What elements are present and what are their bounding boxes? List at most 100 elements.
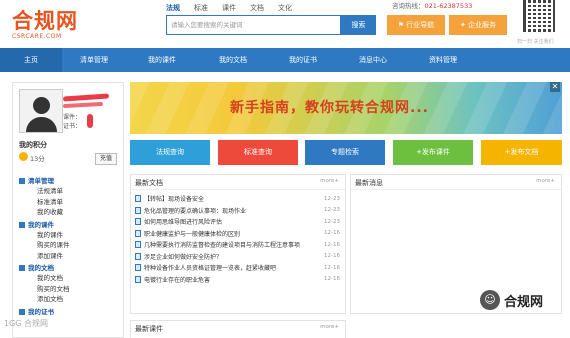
menu-item-add-doc[interactable]: 添加文档	[19, 294, 119, 305]
list-item[interactable]: 涉足企业如何做好安全防护？ 12-16	[135, 251, 340, 263]
nav-my-docs[interactable]: 我的文档	[198, 48, 268, 72]
watermark-text: 合规网	[504, 294, 544, 310]
search-tab-courses[interactable]: 课件	[222, 3, 236, 13]
watermark-left: 1GG 合规网	[4, 319, 49, 328]
latest-docs-list: 【转帖】现场设备安全 12-23 危化品管理的要点确认事项：现场作业 12-23 如…	[135, 193, 340, 285]
menu-item-my-docs[interactable]: 我的文档	[19, 273, 119, 284]
user-meta: 课件： 证书：	[63, 113, 81, 131]
new-courses-title: 最新课件	[135, 325, 163, 333]
menu-item-law-list[interactable]: 法规清单	[19, 186, 119, 197]
menu-title-certs[interactable]: 我的证书	[19, 307, 119, 317]
list-item[interactable]: 几种需要执行消防监督检查的建设项目与消防工程注意事项 12-16	[135, 239, 340, 251]
menu-group-courses: 我的课件 我的课件 购买的课件 添加课件	[19, 220, 119, 262]
search-tabs: 法规 标准 课件 文档 文化	[166, 3, 292, 13]
doc-title[interactable]: 电镀行业存在的职业危害	[144, 275, 322, 284]
industry-nav-label: 行业导航	[406, 21, 435, 29]
search-tab-laws[interactable]: 法规	[166, 3, 180, 13]
qr-caption: 扫一扫 关注我们	[517, 39, 554, 45]
latest-docs-panel: 最新文档 more+ 【转帖】现场设备安全 12-23 危化品管理的要点确认事项：…	[130, 174, 346, 314]
close-icon[interactable]: ✕	[550, 82, 560, 92]
document-icon	[135, 241, 141, 249]
document-icon	[135, 195, 141, 203]
document-icon	[135, 229, 141, 237]
document-icon	[135, 264, 141, 272]
menu-item-favorites[interactable]: 我的收藏	[19, 207, 119, 218]
cert-count-label: 证书：	[63, 123, 82, 130]
latest-messages-more-link[interactable]: more+	[536, 178, 555, 184]
points-value: 13分	[30, 155, 45, 163]
menu-item-my-courses[interactable]: 我的课件	[19, 230, 119, 241]
list-item[interactable]: 职业健康监护与一般健康体检的区别 12-16	[135, 228, 340, 240]
watermark: ☺ 合规网	[480, 290, 543, 310]
avatar[interactable]	[19, 89, 63, 133]
search-button[interactable]: 搜索	[341, 15, 376, 35]
publish-doc-button[interactable]: +发布文档	[481, 140, 562, 165]
recharge-button[interactable]: 充值	[95, 153, 117, 165]
wechat-icon: ☺	[480, 290, 500, 310]
doc-date: 12-16	[324, 264, 340, 271]
quick-law-search-button[interactable]: 法规查询	[130, 140, 210, 165]
doc-title[interactable]: 如何用思维导图进行风险评估	[144, 217, 322, 226]
menu-item-add-course[interactable]: 添加课件	[19, 251, 119, 262]
qr-code-icon	[523, 0, 555, 32]
new-courses-more-link[interactable]: more+	[320, 324, 339, 330]
menu-group-docs: 我的文档 我的文档 购买的文档 添加文档	[19, 263, 119, 305]
banner-text: 新手指南，教你玩转合规网...	[230, 100, 429, 116]
doc-date: 12-16	[324, 241, 340, 248]
menu-title-lists[interactable]: 清单管理	[19, 176, 119, 186]
menu-item-standard-list[interactable]: 标准清单	[19, 197, 119, 208]
doc-date: 12-23	[324, 218, 340, 225]
user-panel: 课件： 证书： 我的积分 13分 充值 清单管理 法规清单 标准清单 我的收藏 …	[12, 82, 124, 338]
main-nav: 主页 清单管理 我的课件 我的文档 我的证书 消息中心 资料管理	[0, 48, 570, 72]
menu-title-docs[interactable]: 我的文档	[19, 263, 119, 273]
service-icon: ✦	[459, 21, 469, 29]
course-count-label: 课件：	[63, 114, 82, 121]
search-tab-standards[interactable]: 标准	[194, 3, 208, 13]
user-menu: 清单管理 法规清单 标准清单 我的收藏 我的课件 我的课件 购买的课件 添加课件…	[19, 176, 119, 319]
site-logo[interactable]: 合规网 CSRCARE.COM	[12, 5, 78, 40]
guide-banner[interactable]: 新手指南，教你玩转合规网... ✕	[130, 82, 562, 134]
menu-title-courses[interactable]: 我的课件	[19, 220, 119, 230]
list-item[interactable]: 电镀行业存在的职业危害 12-16	[135, 274, 340, 286]
industry-nav-button[interactable]: ⚑ 行业导航	[387, 15, 445, 35]
search-input[interactable]: 请输入您要搜索的关键词	[166, 15, 341, 35]
quick-standard-search-button[interactable]: 标准查询	[218, 140, 298, 165]
latest-docs-more-link[interactable]: more+	[320, 178, 339, 184]
search-tab-docs[interactable]: 文档	[250, 3, 264, 13]
doc-title[interactable]: 涉足企业如何做好安全防护？	[144, 252, 322, 261]
menu-item-purchased-courses[interactable]: 购买的课件	[19, 240, 119, 251]
list-item[interactable]: 特种设备作业人员资格证管理一览表，赶紧收藏吧 12-16	[135, 262, 340, 274]
coin-icon	[19, 152, 28, 161]
menu-group-lists: 清单管理 法规清单 标准清单 我的收藏	[19, 176, 119, 218]
enterprise-service-button[interactable]: ✦ 企业服务	[449, 15, 507, 35]
document-icon	[135, 206, 141, 214]
nav-my-courses[interactable]: 我的课件	[126, 48, 198, 72]
doc-date: 12-23	[324, 207, 340, 214]
nav-my-certs[interactable]: 我的证书	[268, 48, 338, 72]
hotline-label: 咨询热线：	[392, 2, 425, 10]
nav-messages[interactable]: 消息中心	[338, 48, 408, 72]
document-icon	[135, 275, 141, 283]
doc-title[interactable]: 危化品管理的要点确认事项：现场作业	[144, 206, 322, 215]
redaction-mark	[62, 93, 110, 102]
doc-title[interactable]: 职业健康监护与一般健康体检的区别	[144, 229, 322, 238]
publish-course-button[interactable]: +发布课件	[393, 140, 473, 165]
nav-home[interactable]: 主页	[0, 48, 62, 72]
nav-list-management[interactable]: 清单管理	[62, 48, 126, 72]
doc-title[interactable]: 特种设备作业人员资格证管理一览表，赶紧收藏吧	[144, 263, 322, 272]
doc-title[interactable]: 几种需要执行消防监督检查的建设项目与消防工程注意事项	[144, 240, 322, 249]
list-item[interactable]: 如何用思维导图进行风险评估 12-23	[135, 216, 340, 228]
menu-item-purchased-docs[interactable]: 购买的文档	[19, 284, 119, 295]
quick-topic-search-button[interactable]: 专题检索	[305, 140, 385, 165]
flag-icon: ⚑	[397, 21, 407, 29]
search-tab-culture[interactable]: 文化	[278, 3, 292, 13]
logo-text: 合规网	[12, 10, 78, 33]
doc-date: 12-23	[324, 195, 340, 202]
list-item[interactable]: 危化品管理的要点确认事项：现场作业 12-23	[135, 205, 340, 217]
nav-materials[interactable]: 资料管理	[408, 48, 478, 72]
list-item[interactable]: 【转帖】现场设备安全 12-23	[135, 193, 340, 205]
doc-title[interactable]: 【转帖】现场设备安全	[144, 194, 322, 203]
doc-date: 12-16	[324, 276, 340, 283]
redaction-mark	[62, 101, 104, 109]
new-courses-panel: 最新课件 more+	[130, 320, 346, 338]
